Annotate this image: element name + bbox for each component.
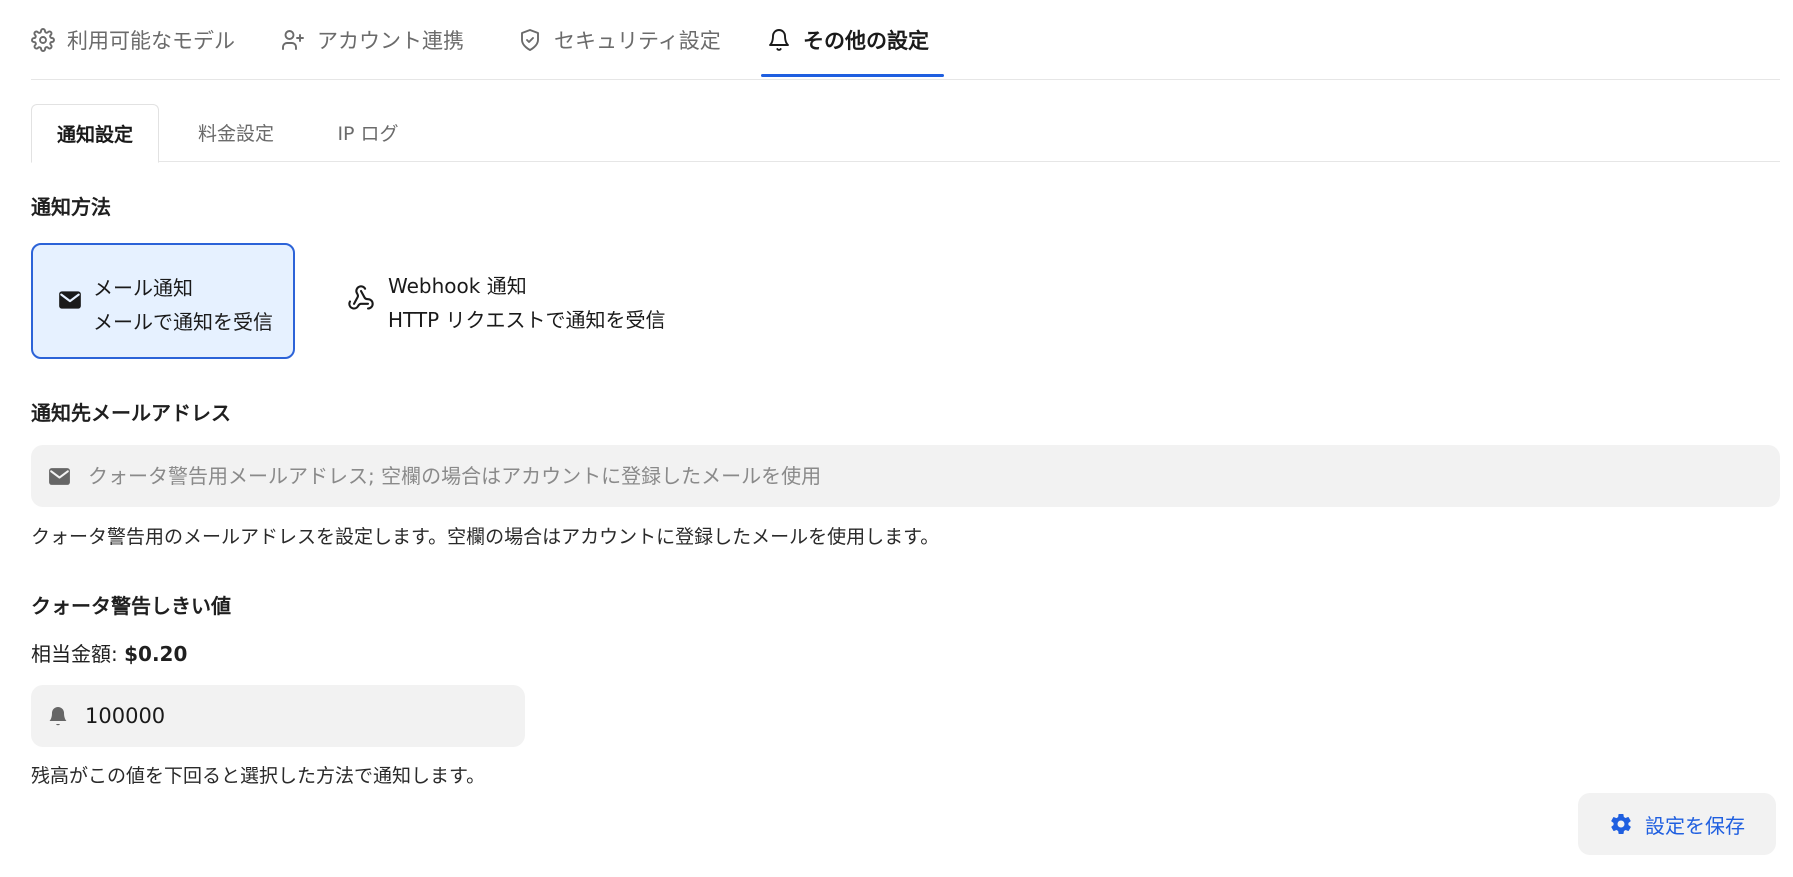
webhook-icon — [346, 283, 376, 313]
envelope-icon — [55, 285, 85, 315]
subtab-pricing-settings[interactable]: 料金設定 — [181, 104, 291, 161]
gear-icon — [31, 27, 55, 52]
tab-available-models[interactable]: 利用可能なモデル — [31, 0, 235, 79]
gear-icon — [1611, 813, 1631, 835]
tab-label: その他の設定 — [803, 28, 929, 53]
threshold-help-text: 残高がこの値を下回ると選択した方法で通知します。 — [31, 765, 486, 787]
bell-icon — [769, 28, 789, 51]
shield-check-icon — [521, 28, 539, 51]
active-tab-indicator — [761, 74, 944, 77]
email-input-container — [31, 445, 1780, 507]
subtab-notification-settings[interactable]: 通知設定 — [31, 104, 159, 163]
option-description: メールで通知を受信 — [93, 310, 273, 334]
email-notification-option[interactable]: メール通知 メールで通知を受信 — [31, 243, 295, 359]
email-option-text: メール通知 メールで通知を受信 — [93, 271, 273, 339]
option-title: メール通知 — [93, 276, 193, 300]
tab-other-settings[interactable]: その他の設定 — [767, 0, 929, 79]
threshold-input[interactable] — [83, 703, 507, 729]
settings-sub-tabs: 通知設定 料金設定 IP ログ — [31, 104, 1780, 163]
quota-threshold-title: クォータ警告しきい値 — [31, 594, 231, 618]
tab-label: セキュリティ設定 — [554, 28, 721, 53]
tab-label: アカウント連携 — [317, 28, 464, 53]
notification-method-title: 通知方法 — [31, 195, 111, 219]
save-button-label: 設定を保存 — [1645, 813, 1745, 838]
tab-security-settings[interactable]: セキュリティ設定 — [518, 0, 721, 79]
settings-top-tabs: 利用可能なモデル アカウント連携 セキュリティ設定 その他の設定 — [31, 0, 1780, 80]
webhook-option-text: Webhook 通知 HTTP リクエストで通知を受信 — [388, 269, 666, 337]
threshold-input-container — [31, 685, 525, 747]
email-address-title: 通知先メールアドレス — [31, 401, 231, 425]
equivalent-amount-value: $0.20 — [124, 642, 188, 666]
subtab-label: 通知設定 — [56, 124, 133, 146]
user-plus-icon — [282, 29, 304, 50]
subtab-ip-log[interactable]: IP ログ — [318, 104, 418, 161]
subtab-label: 料金設定 — [197, 123, 274, 145]
webhook-notification-option[interactable]: Webhook 通知 HTTP リクエストで通知を受信 — [330, 243, 730, 359]
equivalent-amount: 相当金額: $0.20 — [31, 638, 187, 667]
option-title: Webhook 通知 — [388, 274, 527, 298]
email-help-text: クォータ警告用のメールアドレスを設定します。空欄の場合はアカウントに登録したメー… — [31, 526, 940, 548]
subtab-label: IP ログ — [337, 123, 399, 145]
equivalent-amount-label: 相当金額: — [31, 642, 118, 666]
bell-icon — [45, 703, 71, 729]
tab-account-linking[interactable]: アカウント連携 — [281, 0, 464, 79]
tab-label: 利用可能なモデル — [67, 28, 235, 53]
option-description: HTTP リクエストで通知を受信 — [388, 308, 666, 332]
email-input[interactable] — [86, 463, 1730, 489]
envelope-icon — [46, 463, 72, 489]
save-settings-button[interactable]: 設定を保存 — [1578, 793, 1776, 855]
